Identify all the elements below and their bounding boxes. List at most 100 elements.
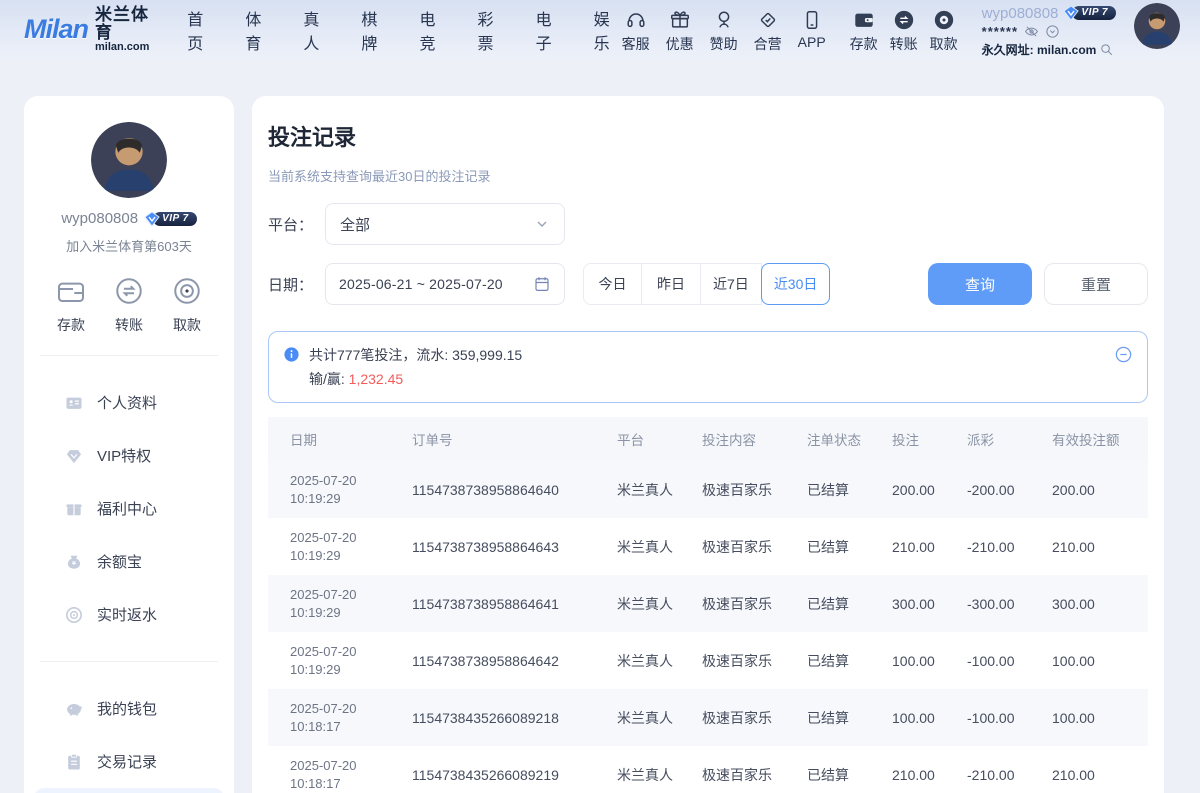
user-info-box: wyp080808 VIP 7 ****** 永久网址: milan.com <box>982 5 1116 58</box>
page-subtitle: 当前系统支持查询最近30日的投注记录 <box>268 166 1148 185</box>
transfer-action[interactable]: 转账 <box>113 275 145 335</box>
summary-line-turnover: 共计777笔投注，流水: 359,999.15 <box>309 343 522 367</box>
cell-platform: 米兰真人 <box>595 480 680 500</box>
cell-valid-amount: 100.00 <box>1030 710 1148 726</box>
platform-select[interactable]: 全部 <box>325 203 565 245</box>
reset-button[interactable]: 重置 <box>1044 263 1148 305</box>
cell-order-number: 1154738738958864640 <box>390 482 595 498</box>
bet-time: 10:19:29 <box>290 604 390 622</box>
profile-sidebar: wyp080808 VIP 7 加入米兰体育第603天 存款 转账 取款 <box>24 96 234 793</box>
collapse-icon[interactable] <box>1114 345 1133 364</box>
sidebar-item-wallet[interactable]: 我的钱包 <box>24 682 234 735</box>
sponsor-icon <box>713 9 735 31</box>
transfer-icon <box>113 275 145 307</box>
action-label: 取款 <box>173 315 201 335</box>
shortcut-label: 优惠 <box>666 34 694 54</box>
date-range-picker[interactable]: 2025-06-21 ~ 2025-07-20 <box>325 263 565 305</box>
cell-bet-amount: 200.00 <box>870 482 945 498</box>
cell-status: 已结算 <box>785 480 870 500</box>
eye-off-icon[interactable] <box>1024 24 1039 39</box>
col-header-status: 注单状态 <box>785 429 870 449</box>
shortcut-label: 转账 <box>890 34 918 54</box>
site-logo[interactable]: Milan 米兰体育 milan.com <box>24 6 157 53</box>
promo-shortcut[interactable]: 优惠 <box>666 9 694 54</box>
sidebar-item-vip[interactable]: VIP特权 <box>24 429 234 482</box>
nav-item[interactable]: 棋牌 <box>361 6 389 54</box>
summary-line-winloss: 输/赢: 1,232.45 <box>309 367 522 391</box>
quick-date-today[interactable]: 今日 <box>583 263 642 305</box>
sponsor-shortcut[interactable]: 赞助 <box>710 9 738 54</box>
transfer-shortcut[interactable]: 转账 <box>890 9 918 54</box>
cell-order-number: 1154738738958864642 <box>390 653 595 669</box>
gem-icon <box>64 446 84 466</box>
sidebar-item-rebate[interactable]: 实时返水 <box>24 588 234 641</box>
id-card-icon <box>64 393 84 413</box>
join-days-text: 加入米兰体育第603天 <box>24 236 234 255</box>
logo-script-text: Milan <box>24 14 88 45</box>
deposit-shortcut[interactable]: 存款 <box>850 9 878 54</box>
deposit-action[interactable]: 存款 <box>55 275 87 335</box>
app-shortcut[interactable]: APP <box>798 9 826 54</box>
bet-time: 10:18:17 <box>290 775 390 793</box>
avatar[interactable] <box>91 122 167 198</box>
cell-payout: -210.00 <box>945 767 1030 783</box>
search-button[interactable]: 查询 <box>928 263 1032 305</box>
shortcut-label: APP <box>798 34 826 50</box>
action-label: 存款 <box>57 315 85 335</box>
sidebar-item-label: 余额宝 <box>97 551 142 572</box>
cell-date: 2025-07-20 10:19:29 <box>268 472 390 508</box>
service-shortcuts: 客服 优惠 赞助 合营 APP <box>622 9 826 54</box>
magnifier-icon[interactable] <box>1099 42 1114 57</box>
refresh-balance-icon[interactable] <box>1045 24 1060 39</box>
withdraw-action[interactable]: 取款 <box>171 275 203 335</box>
quick-date-30days[interactable]: 近30日 <box>761 263 831 305</box>
support-shortcut[interactable]: 客服 <box>622 9 650 54</box>
nav-item[interactable]: 真人 <box>303 6 331 54</box>
shortcut-label: 赞助 <box>710 34 738 54</box>
cell-platform: 米兰真人 <box>595 594 680 614</box>
nav-item[interactable]: 彩票 <box>478 6 506 54</box>
sidebar-item-label: 个人资料 <box>97 392 157 413</box>
col-header-valid: 有效投注额 <box>1030 429 1148 449</box>
nav-item[interactable]: 娱乐 <box>594 6 622 54</box>
cell-order-number: 1154738435266089218 <box>390 710 595 726</box>
page-title: 投注记录 <box>268 120 1148 152</box>
platform-selected-value: 全部 <box>340 214 370 235</box>
nav-item[interactable]: 体育 <box>245 6 273 54</box>
sidebar-item-welfare[interactable]: 福利中心 <box>24 482 234 535</box>
partner-shortcut[interactable]: 合营 <box>754 9 782 54</box>
cell-bet-content: 极速百家乐 <box>680 765 785 785</box>
summary-winloss-value: 1,232.45 <box>349 371 404 387</box>
date-range-value: 2025-06-21 ~ 2025-07-20 <box>339 276 503 292</box>
col-header-platform: 平台 <box>595 429 680 449</box>
action-label: 转账 <box>115 315 143 335</box>
col-header-order: 订单号 <box>390 429 595 449</box>
nav-item[interactable]: 电竞 <box>419 6 447 54</box>
sidebar-item-label: 我的钱包 <box>97 698 157 719</box>
withdraw-shortcut[interactable]: 取款 <box>930 9 958 54</box>
cell-order-number: 1154738435266089219 <box>390 767 595 783</box>
summary-turnover-value: 359,999.15 <box>452 347 522 363</box>
sidebar-item-yuebao[interactable]: 余额宝 <box>24 535 234 588</box>
sidebar-item-transactions[interactable]: 交易记录 <box>24 735 234 788</box>
sidebar-item-profile[interactable]: 个人资料 <box>24 376 234 429</box>
sidebar-item-bet-records[interactable]: 投注记录 <box>34 788 224 793</box>
vip-diamond-icon <box>144 211 160 227</box>
cell-date: 2025-07-20 10:19:29 <box>268 529 390 565</box>
phone-icon <box>801 9 823 31</box>
quick-date-yesterday[interactable]: 昨日 <box>642 263 701 305</box>
bet-time: 10:19:29 <box>290 547 390 565</box>
quick-date-7days[interactable]: 近7日 <box>701 263 762 305</box>
vip-diamond-icon <box>1063 5 1079 21</box>
cell-date: 2025-07-20 10:19:29 <box>268 586 390 622</box>
nav-item[interactable]: 首页 <box>187 6 215 54</box>
header-right: 客服 优惠 赞助 合营 APP 存款 <box>622 3 1180 58</box>
cell-bet-content: 极速百家乐 <box>680 480 785 500</box>
cell-valid-amount: 200.00 <box>1030 482 1148 498</box>
table-row: 2025-07-20 10:18:17 1154738435266089218 … <box>268 689 1148 746</box>
nav-item[interactable]: 电子 <box>536 6 564 54</box>
cell-bet-amount: 100.00 <box>870 710 945 726</box>
avatar[interactable] <box>1134 3 1180 49</box>
cell-platform: 米兰真人 <box>595 537 680 557</box>
bet-records-panel: 投注记录 当前系统支持查询最近30日的投注记录 平台： 全部 日期： 2025-… <box>252 96 1164 793</box>
